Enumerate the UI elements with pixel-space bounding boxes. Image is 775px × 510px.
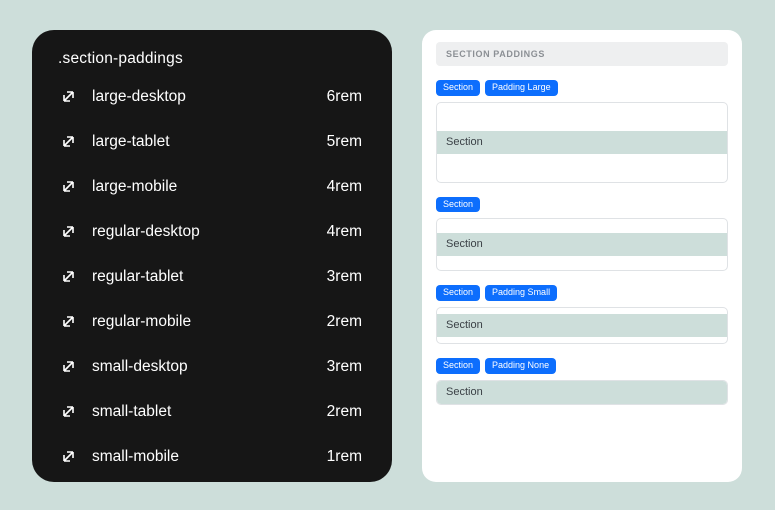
tag-padding-small: Padding Small xyxy=(485,285,557,301)
variable-value: 4rem xyxy=(327,178,366,196)
expand-icon xyxy=(58,312,78,332)
variable-row: small-mobile 1rem xyxy=(58,434,366,479)
variable-name: small-desktop xyxy=(92,358,327,376)
expand-icon xyxy=(58,267,78,287)
variable-row: large-tablet 5rem xyxy=(58,119,366,164)
variable-row: large-desktop 6rem xyxy=(58,74,366,119)
tag-row: Section Padding None xyxy=(436,358,728,374)
expand-icon xyxy=(58,222,78,242)
expand-icon xyxy=(58,177,78,197)
preview-panel-inner: SECTION PADDINGS Section Padding Large S… xyxy=(436,42,728,470)
demo-box-small: Section xyxy=(436,307,728,344)
variable-row: regular-mobile 2rem xyxy=(58,299,366,344)
variable-row: small-tablet 2rem xyxy=(58,389,366,434)
variable-name: regular-desktop xyxy=(92,223,327,241)
variable-value: 2rem xyxy=(327,403,366,421)
preview-header: SECTION PADDINGS xyxy=(436,42,728,66)
variable-value: 3rem xyxy=(327,268,366,286)
preview-header-text: SECTION PADDINGS xyxy=(446,49,545,59)
variables-panel: .section-paddings large-desktop 6rem lar… xyxy=(32,30,392,482)
expand-icon xyxy=(58,357,78,377)
tag-padding-none: Padding None xyxy=(485,358,556,374)
preview-panel: SECTION PADDINGS Section Padding Large S… xyxy=(422,30,742,482)
demo-box-large: Section xyxy=(436,102,728,183)
variable-value: 5rem xyxy=(327,133,366,151)
variable-value: 2rem xyxy=(327,313,366,331)
expand-icon xyxy=(58,402,78,422)
inner-section-label: Section xyxy=(437,131,727,154)
variable-row: large-mobile 4rem xyxy=(58,164,366,209)
tag-section: Section xyxy=(436,358,480,374)
tag-row: Section xyxy=(436,197,728,213)
variable-value: 1rem xyxy=(327,448,366,466)
inner-section-label: Section xyxy=(437,233,727,256)
demo-box-none: Section xyxy=(436,380,728,405)
tag-section: Section xyxy=(436,285,480,301)
variable-name: small-tablet xyxy=(92,403,327,421)
variable-row: small-desktop 3rem xyxy=(58,344,366,389)
expand-icon xyxy=(58,87,78,107)
variable-name: large-tablet xyxy=(92,133,327,151)
preview-example-regular: Section Section xyxy=(436,197,728,272)
tag-section: Section xyxy=(436,197,480,213)
tag-section: Section xyxy=(436,80,480,96)
expand-icon xyxy=(58,132,78,152)
demo-box-regular: Section xyxy=(436,218,728,271)
preview-example-large: Section Padding Large Section xyxy=(436,80,728,183)
variable-name: small-mobile xyxy=(92,448,327,466)
variable-name: regular-mobile xyxy=(92,313,327,331)
variable-row: regular-tablet 3rem xyxy=(58,254,366,299)
variable-name: regular-tablet xyxy=(92,268,327,286)
variable-name: large-mobile xyxy=(92,178,327,196)
variable-row: regular-desktop 4rem xyxy=(58,209,366,254)
variable-value: 6rem xyxy=(327,88,366,106)
variable-name: large-desktop xyxy=(92,88,327,106)
inner-section-label: Section xyxy=(437,381,727,404)
preview-example-small: Section Padding Small Section xyxy=(436,285,728,344)
panel-title: .section-paddings xyxy=(58,50,366,74)
inner-section-label: Section xyxy=(437,314,727,337)
variable-value: 3rem xyxy=(327,358,366,376)
preview-example-none: Section Padding None Section xyxy=(436,358,728,405)
variable-value: 4rem xyxy=(327,223,366,241)
expand-icon xyxy=(58,447,78,467)
tag-row: Section Padding Small xyxy=(436,285,728,301)
tag-padding-large: Padding Large xyxy=(485,80,558,96)
tag-row: Section Padding Large xyxy=(436,80,728,96)
